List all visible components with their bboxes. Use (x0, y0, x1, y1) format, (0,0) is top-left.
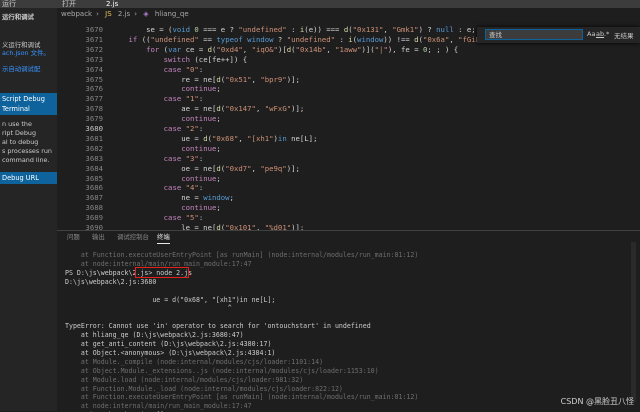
breadcrumb-folder[interactable]: webpack (61, 10, 92, 18)
sidebar-title: 运行和调试 (2, 13, 34, 21)
regex-toggle[interactable]: .* (604, 30, 609, 38)
panel-tabs: 问题 输出 调试控制台 终端 (57, 231, 640, 244)
js-file-icon: JS (105, 10, 112, 18)
sidebar-launch-json-link[interactable]: ach.json 文件。 (2, 48, 50, 57)
debug-sidebar: 运行和调试 义运行和调试 ach.json 文件。 示自动调试配 Script … (0, 8, 57, 411)
tab-terminal[interactable]: 终端 (157, 231, 170, 244)
terminal-line: at hliang_qe (D:\js\webpack\2.js:3680:47… (65, 331, 244, 340)
watermark: CSDN @黑脸丑八怪 (560, 397, 634, 406)
js-debug-terminal-button[interactable]: Script Debug Terminal (0, 93, 57, 115)
sidebar-text: al to debug (2, 138, 39, 146)
code-text: le = ne[d("0x101", "%d01")]; (67, 223, 305, 230)
terminal-line: at Object.Module._extensions..js (node:i… (65, 366, 379, 375)
tab-open[interactable]: 打开 (62, 0, 76, 8)
bottom-panel: 问题 输出 调试控制台 终端 at Function.executeUserEn… (57, 230, 640, 412)
tab-output[interactable]: 输出 (92, 231, 105, 243)
terminal-line: at Module._compile (node:internal/module… (65, 357, 324, 366)
terminal-line: at node:internal/main/run_main_module:17… (65, 402, 252, 411)
breadcrumb: webpack › JS 2.js › ◈ hliang_qe (57, 8, 640, 20)
function-icon: ◈ (143, 10, 149, 18)
terminal-line: TypeError: Cannot use 'in' operator to s… (65, 322, 371, 331)
breadcrumb-file[interactable]: 2.js (118, 10, 130, 18)
terminal-line: D:\js\webpack\2.js:3680 (65, 277, 157, 286)
terminal-line: at Function.executeUserEntryPoint [as ru… (65, 393, 419, 402)
title-bar: 运行 打开 2.js (0, 0, 640, 8)
highlight-box (135, 267, 189, 278)
find-widget: 查找 Aa ab .* 无结果 (477, 27, 640, 43)
debug-url-button[interactable]: Debug URL (0, 172, 57, 184)
run-menu[interactable]: 运行 (2, 0, 16, 8)
match-case-toggle[interactable]: Aa (587, 30, 595, 38)
sidebar-text: ript Debug (2, 129, 37, 137)
sidebar-text: n use the (2, 120, 32, 128)
terminal-line: at Object.<anonymous> (D:\js\webpack\2.j… (65, 348, 276, 357)
terminal-line: at Module.load (node:internal/modules/cj… (65, 375, 304, 384)
terminal-line: at get_anti_content (D:\js\webpack\2.js:… (65, 340, 272, 348)
tab-problems[interactable]: 问题 (67, 231, 80, 243)
tab-debug-console[interactable]: 调试控制台 (117, 231, 149, 243)
whole-word-toggle[interactable]: ab (596, 30, 604, 38)
breadcrumb-function[interactable]: hliang_qe (155, 10, 189, 18)
sidebar-auto-config-link[interactable]: 示自动调试配 (2, 64, 40, 73)
find-input[interactable]: 查找 (485, 29, 583, 40)
find-result-count: 无结果 (614, 32, 634, 40)
terminal-line: ^ (65, 304, 232, 313)
terminal-scrollbar[interactable] (631, 242, 636, 402)
sidebar-text: s processes run (2, 147, 52, 155)
terminal-line: at Function.Module._load (node:internal/… (65, 384, 343, 393)
terminal-line: ue = d("0x68", "[xh1")in ne[L]; (65, 295, 276, 304)
sidebar-text: command line. (2, 156, 50, 164)
tab-active-2js[interactable]: 2.js (106, 0, 118, 8)
terminal-line: at Function.executeUserEntryPoint [as ru… (65, 251, 419, 259)
